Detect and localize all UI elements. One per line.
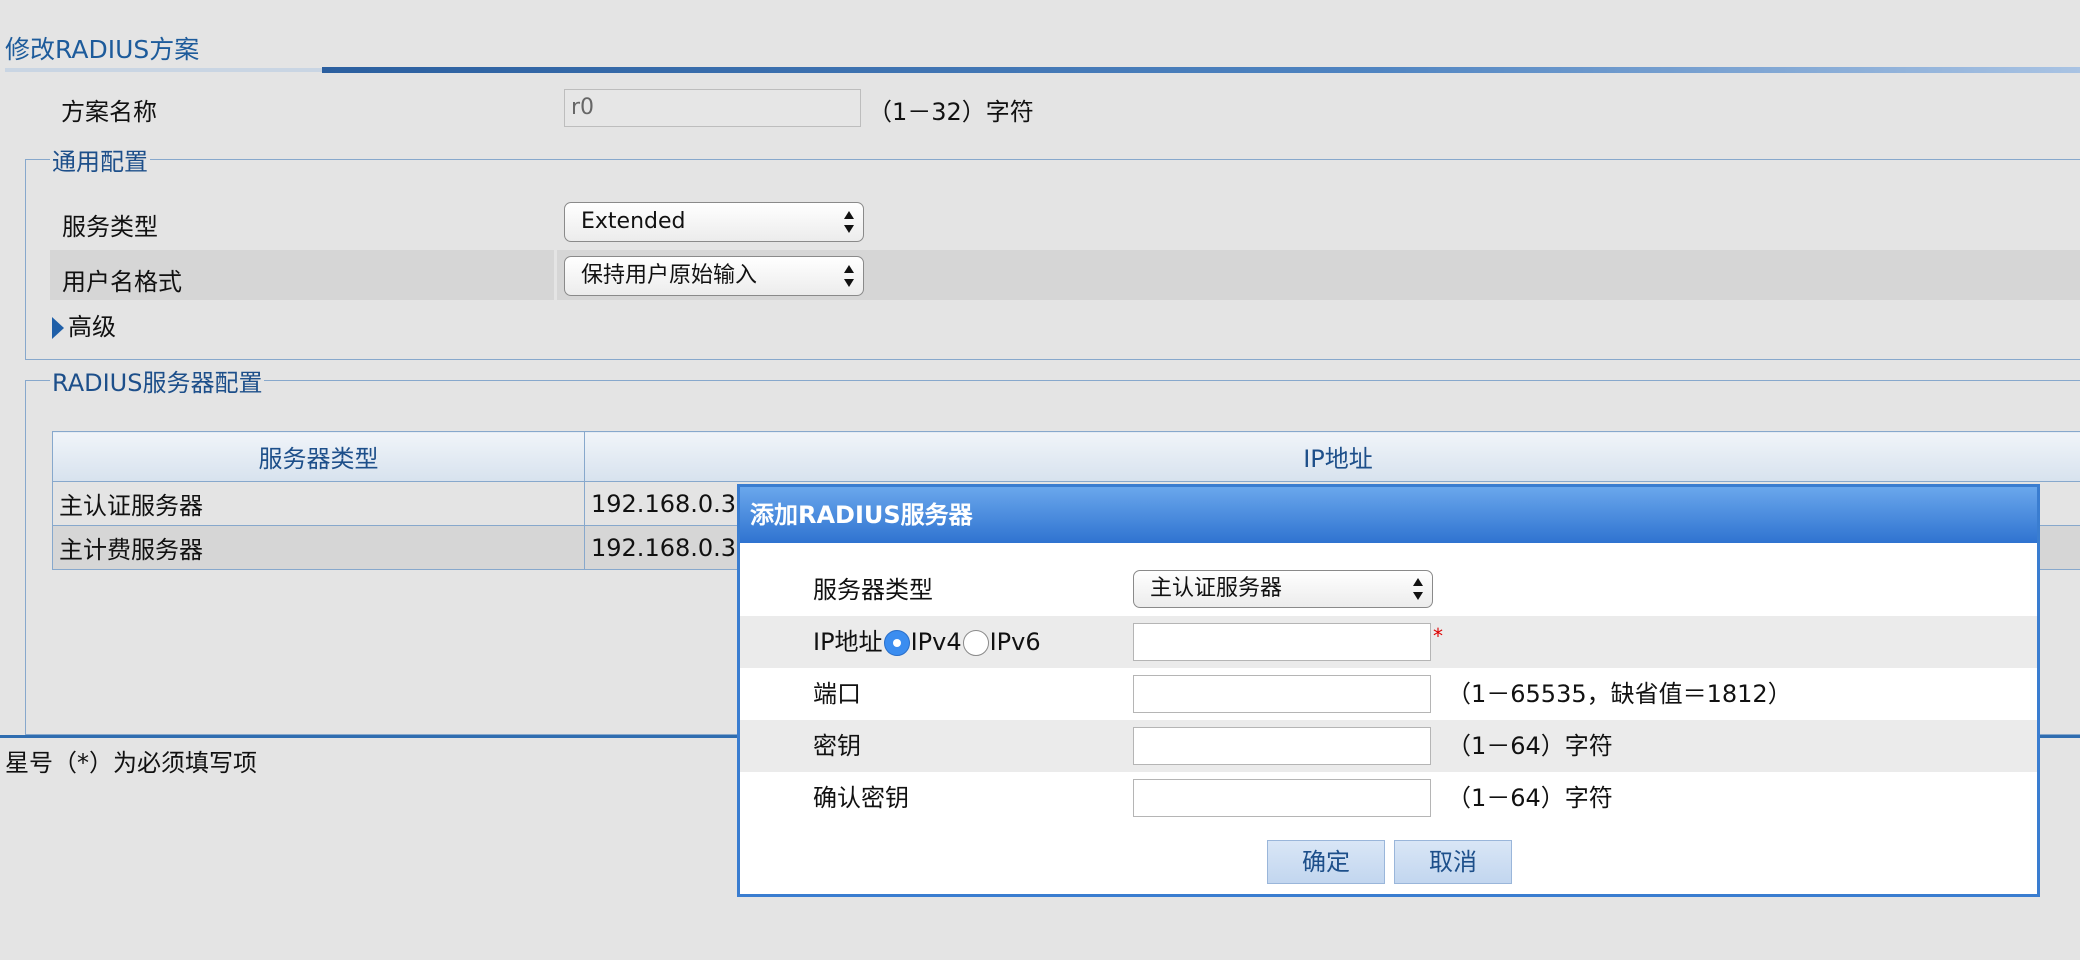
select-arrows-icon	[844, 211, 854, 233]
server-type-value: 主认证服务器	[1150, 576, 1283, 601]
general-config-legend: 通用配置	[52, 148, 148, 176]
advanced-label: 高级	[68, 313, 116, 341]
ok-button[interactable]: 确定	[1267, 840, 1385, 884]
expand-triangle-icon	[52, 317, 64, 339]
key-hint: （1－64）字符	[1447, 732, 1613, 760]
server-type-select[interactable]: 主认证服务器	[1133, 570, 1433, 608]
column-header-server-type[interactable]: 服务器类型	[52, 431, 585, 482]
port-label: 端口	[813, 680, 861, 708]
ip-row-label-group: IP地址 IPv4 IPv6	[813, 616, 1041, 668]
username-format-label: 用户名格式	[62, 268, 182, 296]
port-hint: （1－65535，缺省值＝1812）	[1447, 680, 1792, 708]
ipv4-label[interactable]: IPv4	[911, 628, 962, 656]
server-type-cell: 主计费服务器	[52, 525, 585, 570]
dialog-row-port: 端口 （1－65535，缺省值＝1812）	[740, 668, 2037, 720]
port-input[interactable]	[1133, 675, 1431, 713]
required-mark: *	[1433, 624, 1443, 648]
confirm-key-input[interactable]	[1133, 779, 1431, 817]
select-arrows-icon	[1413, 578, 1423, 600]
confirm-key-hint: （1－64）字符	[1447, 784, 1613, 812]
required-footnote: 星号（*）为必须填写项	[5, 749, 257, 777]
key-input[interactable]	[1133, 727, 1431, 765]
dialog-row-confirm-key: 确认密钥 （1－64）字符	[740, 772, 2037, 824]
column-header-ip[interactable]: IP地址	[584, 431, 2080, 482]
server-type-label: 服务器类型	[813, 576, 933, 604]
ipv6-radio[interactable]	[962, 630, 989, 656]
dialog-title[interactable]: 添加RADIUS服务器	[740, 487, 2037, 543]
ipv6-label[interactable]: IPv6	[990, 628, 1041, 656]
cancel-button[interactable]: 取消	[1394, 840, 1512, 884]
scheme-name-label: 方案名称	[61, 98, 157, 126]
select-arrows-icon	[844, 265, 854, 287]
radius-server-legend: RADIUS服务器配置	[52, 369, 263, 397]
scheme-name-hint: （1－32）字符	[868, 98, 1034, 126]
confirm-key-label: 确认密钥	[813, 784, 909, 812]
add-radius-server-dialog: 添加RADIUS服务器 服务器类型 主认证服务器 IP地址 IPv4 IPv6 * …	[737, 484, 2040, 897]
dialog-row-server-type: 服务器类型 主认证服务器	[740, 564, 2037, 616]
ip-label: IP地址	[813, 628, 883, 656]
service-type-value: Extended	[581, 209, 686, 234]
page-title: 修改RADIUS方案	[5, 35, 200, 64]
service-type-select[interactable]: Extended	[564, 202, 864, 242]
scheme-name-input[interactable]: r0	[564, 89, 861, 127]
title-rule	[322, 67, 2080, 73]
service-type-label: 服务类型	[62, 213, 158, 241]
key-label: 密钥	[813, 732, 861, 760]
ipv4-radio[interactable]	[883, 630, 910, 656]
username-format-select[interactable]: 保持用户原始输入	[564, 256, 864, 296]
dialog-row-key: 密钥 （1－64）字符	[740, 720, 2037, 772]
server-type-cell: 主认证服务器	[52, 481, 585, 526]
dialog-row-ip: IP地址 IPv4 IPv6 *	[740, 616, 2037, 668]
username-format-value: 保持用户原始输入	[581, 263, 758, 288]
ip-address-input[interactable]	[1133, 623, 1431, 661]
advanced-expander[interactable]: 高级	[52, 307, 116, 342]
